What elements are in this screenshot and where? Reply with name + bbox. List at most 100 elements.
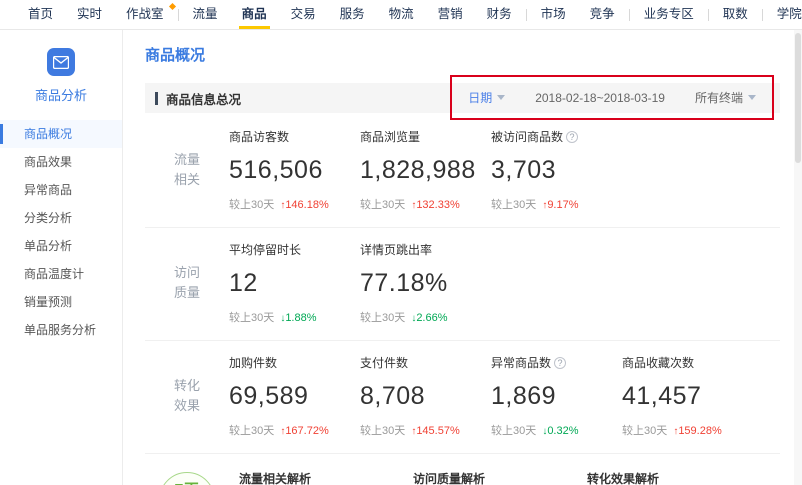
- scrollbar[interactable]: [794, 30, 802, 485]
- metric-compare-label: 较上30天: [360, 425, 405, 437]
- sidebar-menu: 商品概况 商品效果 异常商品 分类分析 单品分析 商品温度计 销量预测 单品服务…: [0, 120, 122, 344]
- metric-delta-pct: 9.17%: [547, 199, 578, 211]
- sidebar-item-product-effect[interactable]: 商品效果: [0, 148, 122, 176]
- nav-label: 作战室: [126, 7, 164, 21]
- metric-delta-pct: 145.57%: [416, 425, 459, 437]
- nav-label: 业务专区: [644, 7, 694, 21]
- date-filter-dropdown[interactable]: 日期: [468, 89, 505, 106]
- group-label: 转化效果: [145, 354, 229, 438]
- sidebar-item-sales-forecast[interactable]: 销量预测: [0, 288, 122, 316]
- nav-label: 实时: [77, 7, 102, 21]
- nav-item-marketing[interactable]: 营销: [426, 0, 475, 29]
- sidebar-item-single-product-service[interactable]: 单品服务分析: [0, 316, 122, 344]
- scrollbar-thumb[interactable]: [795, 33, 801, 163]
- nav-item-data-extract[interactable]: 取数: [711, 0, 760, 29]
- page-title: 商品概况: [145, 44, 780, 65]
- nav-item-products[interactable]: 商品: [230, 0, 279, 29]
- metric-delta: ↑145.57%: [411, 425, 459, 437]
- metric-group-traffic: 流量相关 商品访客数 516,506 较上30天 ↑146.18% 商品浏览量 …: [145, 115, 780, 228]
- sidebar-item-single-product-analysis[interactable]: 单品分析: [0, 232, 122, 260]
- help-icon[interactable]: ?: [554, 357, 566, 369]
- metric-delta-pct: 167.72%: [285, 425, 328, 437]
- metric-avg-stay-duration: 平均停留时长 12 较上30天 ↓1.88%: [229, 241, 360, 325]
- metric-label: 商品访客数: [229, 130, 289, 144]
- metric-value: 1,869: [491, 382, 622, 411]
- section-header: 商品信息总况 日期 2018-02-18~2018-03-19 所有终端: [145, 83, 780, 113]
- date-range-value[interactable]: 2018-02-18~2018-03-19: [535, 91, 665, 105]
- insight-title: 转化效果解析: [587, 470, 765, 485]
- nav-divider: [526, 9, 527, 21]
- top-nav: 首页 实时 作战室 流量 商品 交易 服务 物流 营销 财务 市场 竞争 业务专…: [0, 0, 802, 30]
- metric-delta: ↑167.72%: [280, 425, 328, 437]
- metric-label: 异常商品数: [491, 356, 551, 370]
- metric-label: 支付件数: [360, 356, 408, 370]
- new-badge-icon: [169, 3, 176, 10]
- date-filter-label: 日期: [468, 91, 492, 105]
- metric-compare-label: 较上30天: [360, 312, 405, 324]
- metric-delta: ↓2.66%: [411, 312, 447, 324]
- metric-label: 被访问商品数: [491, 130, 563, 144]
- nav-item-service[interactable]: 服务: [328, 0, 377, 29]
- nav-label: 营销: [438, 7, 463, 21]
- chevron-down-icon: [497, 95, 505, 100]
- nav-item-home[interactable]: 首页: [16, 0, 65, 29]
- metric-visited-products: 被访问商品数? 3,703 较上30天 ↑9.17%: [491, 128, 622, 212]
- nav-divider: [762, 9, 763, 21]
- content-area: 商品概况 商品信息总况 日期 2018-02-18~2018-03-19 所有终…: [123, 30, 802, 485]
- nav-item-trade[interactable]: 交易: [279, 0, 328, 29]
- nav-label: 流量: [193, 7, 218, 21]
- sidebar-item-abnormal-products[interactable]: 异常商品: [0, 176, 122, 204]
- metric-label: 平均停留时长: [229, 243, 301, 257]
- nav-item-finance[interactable]: 财务: [475, 0, 524, 29]
- nav-item-traffic[interactable]: 流量: [181, 0, 230, 29]
- seven-day-badge: 7天 数据解读: [159, 472, 215, 485]
- help-icon[interactable]: ?: [566, 131, 578, 143]
- nav-item-business-zone[interactable]: 业务专区: [632, 0, 706, 29]
- main-layout: 商品分析 商品概况 商品效果 异常商品 分类分析 单品分析 商品温度计 销量预测…: [0, 30, 802, 485]
- section-accent-bar: [155, 92, 158, 105]
- metric-value: 8,708: [360, 382, 491, 411]
- nav-label: 学院: [777, 7, 802, 21]
- nav-label: 取数: [723, 7, 748, 21]
- metric-paid-items: 支付件数 8,708 较上30天 ↑145.57%: [360, 354, 491, 438]
- metric-value: 1,828,988: [360, 156, 491, 185]
- nav-item-logistics[interactable]: 物流: [377, 0, 426, 29]
- annotation-red-box: 日期 2018-02-18~2018-03-19 所有终端: [450, 75, 774, 120]
- group-label: 流量相关: [145, 128, 229, 212]
- metric-product-visitors: 商品访客数 516,506 较上30天 ↑146.18%: [229, 128, 360, 212]
- metric-value: 516,506: [229, 156, 360, 185]
- metric-delta-pct: 1.88%: [285, 312, 316, 324]
- insight-visit-quality: 访问质量解析 虽然详情页跳出率比同行平均好，但平均停留时长低于同行平均，请关注商…: [413, 470, 569, 485]
- sidebar-section-title: 商品分析: [0, 85, 122, 104]
- product-analysis-icon: [47, 48, 75, 76]
- sidebar-item-product-thermometer[interactable]: 商品温度计: [0, 260, 122, 288]
- nav-item-academy[interactable]: 学院: [765, 0, 802, 29]
- insight-conversion: 转化效果解析 加购转化率表现还不错，但支付转化率低于同行平均，赶快使用营销商品，…: [587, 470, 765, 485]
- metric-compare-label: 较上30天: [622, 425, 667, 437]
- nav-item-warroom[interactable]: 作战室: [114, 0, 176, 29]
- nav-item-competition[interactable]: 竞争: [578, 0, 627, 29]
- metric-delta: ↑146.18%: [280, 199, 328, 211]
- group-label: 访问质量: [145, 241, 229, 325]
- metric-compare-label: 较上30天: [229, 199, 274, 211]
- sidebar-header: 商品分析: [0, 48, 122, 104]
- nav-item-market[interactable]: 市场: [529, 0, 578, 29]
- nav-divider: [629, 9, 630, 21]
- metric-label: 商品浏览量: [360, 130, 420, 144]
- sidebar-item-product-overview[interactable]: 商品概况: [0, 120, 122, 148]
- nav-label: 财务: [487, 7, 512, 21]
- terminal-filter-dropdown[interactable]: 所有终端: [695, 89, 756, 106]
- metric-delta: ↓0.32%: [542, 425, 578, 437]
- metric-delta-pct: 146.18%: [285, 199, 328, 211]
- metric-delta: ↓1.88%: [280, 312, 316, 324]
- nav-label: 市场: [541, 7, 566, 21]
- nav-label: 商品: [242, 7, 267, 21]
- nav-item-realtime[interactable]: 实时: [65, 0, 114, 29]
- section-title: 商品信息总况: [166, 89, 241, 108]
- metric-label: 详情页跳出率: [360, 243, 432, 257]
- metric-product-pageviews: 商品浏览量 1,828,988 较上30天 ↑132.33%: [360, 128, 491, 212]
- sidebar-item-category-analysis[interactable]: 分类分析: [0, 204, 122, 232]
- metric-cart-adds: 加购件数 69,589 较上30天 ↑167.72%: [229, 354, 360, 438]
- nav-divider: [708, 9, 709, 21]
- nav-label: 竞争: [590, 7, 615, 21]
